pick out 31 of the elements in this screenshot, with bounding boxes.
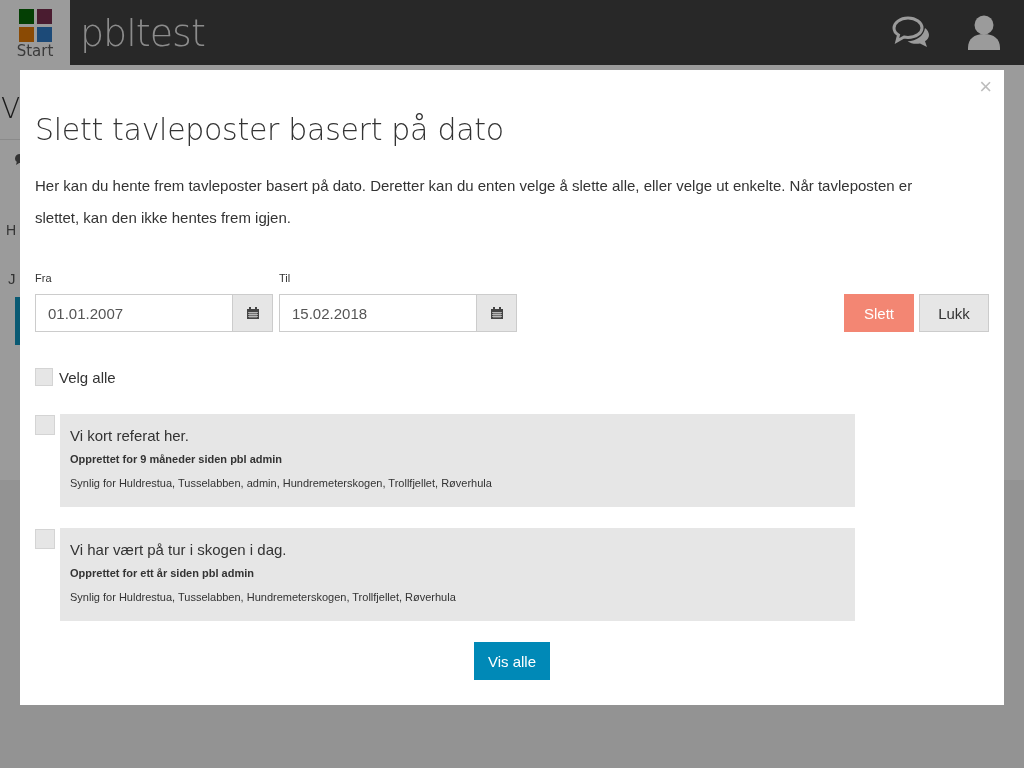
- to-label: Til: [279, 272, 292, 284]
- page-text: H: [6, 222, 17, 238]
- delete-button[interactable]: Slett: [844, 294, 914, 332]
- site-title: pbltest: [80, 10, 205, 55]
- to-date-field[interactable]: 15.02.2018: [279, 294, 476, 332]
- checkbox[interactable]: [35, 368, 53, 386]
- calendar-icon: [246, 307, 259, 319]
- user-icon[interactable]: [966, 13, 1002, 52]
- select-all-label: Velg alle: [59, 368, 116, 386]
- close-dialog-button[interactable]: Lukk: [919, 294, 989, 332]
- post-text: Vi kort referat her.: [70, 427, 190, 445]
- page-text: J: [8, 270, 16, 287]
- from-label: Fra: [35, 272, 53, 284]
- post-created: Opprettet for ett år siden pbl admin: [70, 567, 255, 579]
- dialog-title: Slett tavleposter basert på dato: [35, 111, 505, 149]
- page-heading: V: [1, 91, 21, 127]
- post-visibility: Synlig for Huldrestua, Tusselabben, Hundremeterskogen, Trollfjellet, Røverhula: [70, 591, 457, 603]
- checkbox[interactable]: [35, 529, 55, 549]
- calendar-icon: [490, 307, 503, 319]
- calendar-button[interactable]: [232, 294, 273, 332]
- start-button[interactable]: Start: [0, 0, 70, 65]
- grid-logo-icon: [18, 9, 52, 42]
- show-all-button[interactable]: Vis alle: [473, 642, 551, 680]
- checkbox[interactable]: [35, 415, 55, 435]
- from-date-field[interactable]: 01.01.2007: [35, 294, 232, 332]
- start-label: Start: [16, 42, 54, 60]
- post-created: Opprettet for 9 måneder siden pbl admin: [70, 453, 284, 465]
- post-text: Vi har vært på tur i skogen i dag.: [70, 541, 288, 559]
- dialog-description: Her kan du hente frem tavleposter basert på dato. Deretter kan du enten velge å slette alle, eller velge ut enkelte. Når tavleposten er slettet, kan den ikke hentes frem igjen.: [35, 176, 914, 228]
- post-visibility: Synlig for Huldrestua, Tusselabben, admin, Hundremeterskogen, Trollfjellet, Røverhula: [70, 477, 493, 489]
- calendar-button[interactable]: [476, 294, 517, 332]
